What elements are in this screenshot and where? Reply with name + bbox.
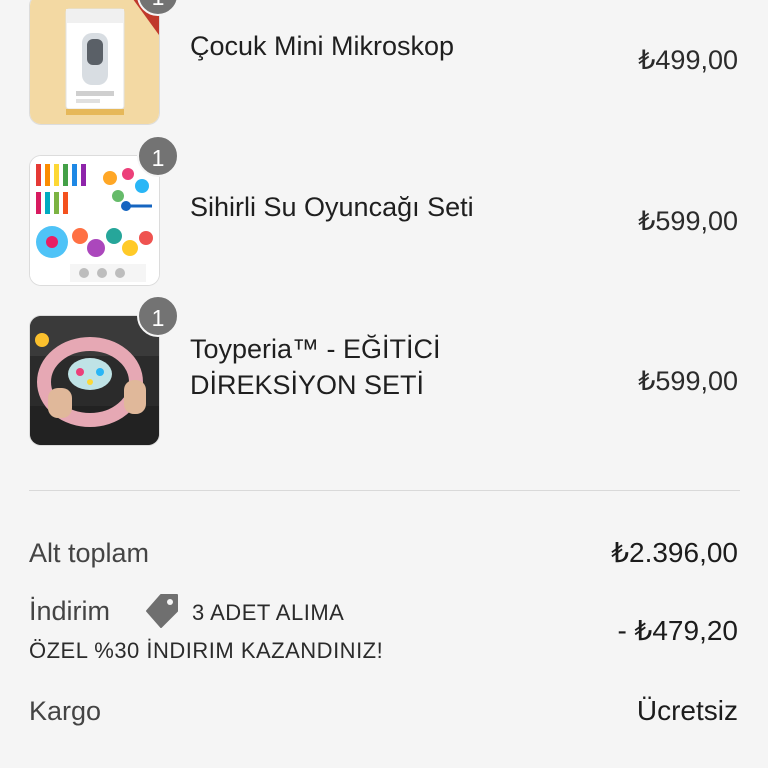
order-summary-page: 1 Çocuk Mini Mikroskop ₺499,00 [0, 0, 768, 768]
subtotal-label: Alt toplam [29, 538, 150, 568]
product-price: ₺499,00 [638, 45, 738, 75]
product-image-water-toy [29, 155, 160, 286]
quantity-badge: 1 [137, 135, 179, 177]
product-thumbnail-wrap: 1 [29, 135, 179, 286]
quantity-badge: 1 [137, 295, 179, 337]
product-image-steering-wheel [29, 315, 160, 446]
shipping-value: Ücretsiz [636, 695, 738, 726]
product-price: ₺599,00 [638, 206, 738, 236]
product-name[interactable]: Çocuk Mini Mikroskop [190, 28, 520, 64]
shipping-label: Kargo [29, 696, 102, 726]
discount-note-line-2: ÖZEL %30 İNDIRIM KAZANDINIZ! [29, 638, 384, 663]
product-name[interactable]: Toyperia™ - EĞİTİCİ DİREKSİYON SETİ [190, 331, 520, 403]
product-thumbnail-wrap: 1 [29, 0, 179, 125]
summary-divider [29, 490, 740, 491]
tag-icon [146, 594, 178, 628]
product-thumbnail-wrap: 1 [29, 295, 179, 446]
subtotal-value: ₺2.396,00 [611, 537, 738, 568]
product-image-microscope [29, 0, 160, 125]
discount-label: İndirim [29, 596, 111, 626]
cart-item-1: 1 Çocuk Mini Mikroskop ₺499,00 [0, 0, 768, 125]
product-name[interactable]: Sihirli Su Oyuncağı Seti [190, 189, 520, 225]
cart-item-2: 1 Sihirli Su Oyuncağı Seti ₺599,00 [0, 135, 768, 286]
product-price: ₺599,00 [638, 366, 738, 396]
product-name-line-1: Toyperia™ - EĞİTİCİ [190, 334, 441, 364]
discount-note-line-1: 3 ADET ALIMA [192, 600, 345, 625]
product-name-line-2: DİREKSİYON SETİ [190, 370, 425, 400]
cart-item-3: 1 Toyperia™ - EĞİTİCİ DİREKSİYON SETİ ₺5… [0, 295, 768, 446]
discount-value: - ₺479,20 [617, 615, 738, 646]
